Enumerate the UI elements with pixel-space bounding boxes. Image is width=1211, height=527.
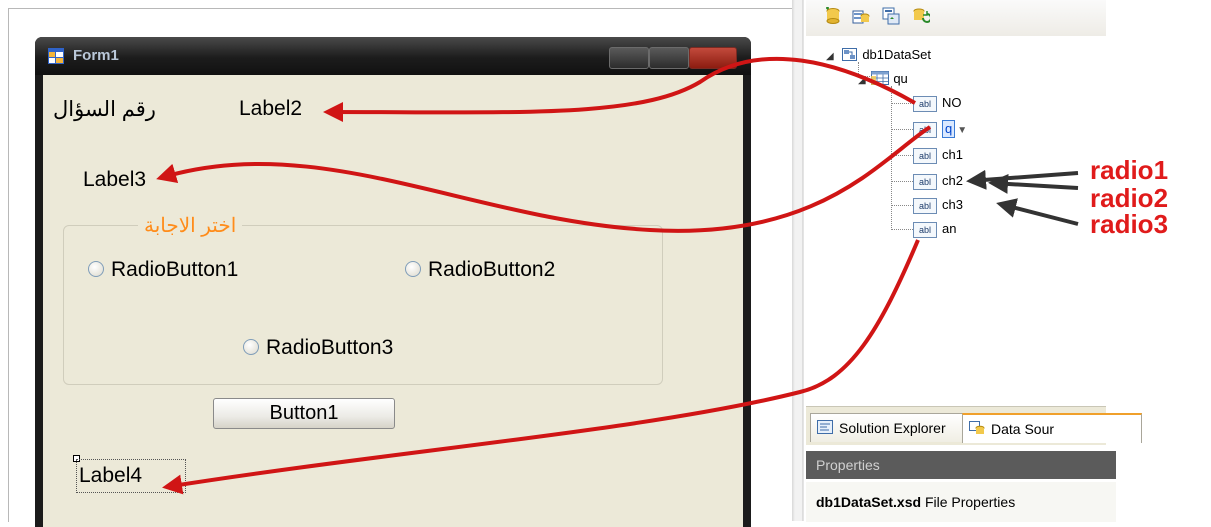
label4[interactable]: Label4 bbox=[76, 459, 186, 493]
properties-object-selector[interactable]: db1DataSet.xsd File Properties bbox=[806, 482, 1116, 522]
close-button[interactable] bbox=[689, 47, 737, 69]
refresh-icon[interactable] bbox=[912, 7, 930, 25]
textbox-field-icon: abl bbox=[913, 197, 937, 214]
data-sources-toolbar bbox=[806, 0, 1106, 36]
radio-circle-icon bbox=[405, 261, 421, 277]
tree-field-an[interactable]: abl an bbox=[913, 218, 956, 240]
tree-connector bbox=[891, 103, 913, 104]
data-sources-icon bbox=[969, 421, 985, 434]
label3[interactable]: Label3 bbox=[83, 168, 146, 192]
tree-connector bbox=[891, 129, 913, 130]
add-datasource-icon[interactable] bbox=[824, 7, 842, 25]
tree-connector bbox=[891, 205, 913, 206]
radio-button-3[interactable]: RadioButton3 bbox=[243, 336, 393, 362]
field-name: ch3 bbox=[942, 197, 963, 212]
question-number-label: رقم السؤال bbox=[53, 98, 156, 121]
form-titlebar[interactable]: Form1 bbox=[35, 37, 751, 75]
radio-button-2[interactable]: RadioButton2 bbox=[405, 258, 555, 284]
tree-field-ch3[interactable]: abl ch3 bbox=[913, 194, 963, 216]
textbox-field-icon: abl bbox=[913, 95, 937, 112]
radio-button-1-label: RadioButton1 bbox=[111, 258, 239, 281]
chevron-down-icon[interactable]: ▼ bbox=[957, 120, 967, 142]
radio-button-2-label: RadioButton2 bbox=[428, 258, 556, 281]
form-window[interactable]: Form1 رقم السؤال Label2 Label3 اختر الاج… bbox=[35, 37, 751, 527]
solution-explorer-icon bbox=[817, 420, 833, 434]
dataset-icon bbox=[842, 48, 858, 61]
tree-connector bbox=[891, 155, 913, 156]
table-icon bbox=[871, 71, 890, 85]
tree-node-dataset[interactable]: ◢ db1DataSet bbox=[826, 44, 931, 66]
field-name: ch1 bbox=[942, 147, 963, 162]
button1[interactable]: Button1 bbox=[213, 398, 395, 429]
edit-dataset-icon[interactable] bbox=[852, 7, 870, 25]
field-name: an bbox=[942, 221, 957, 236]
form-icon bbox=[48, 48, 64, 64]
radio-circle-icon bbox=[88, 261, 104, 277]
textbox-field-icon: abl bbox=[913, 121, 937, 138]
data-sources-tree: ◢ db1DataSet ◢ qu ablNO ablq▼ ablch1 bbox=[806, 36, 1106, 406]
tree-field-ch1[interactable]: abl ch1 bbox=[913, 144, 963, 166]
label2[interactable]: Label2 bbox=[239, 97, 302, 121]
radio-button-3-label: RadioButton3 bbox=[266, 336, 394, 359]
expand-arrow-icon[interactable]: ◢ bbox=[826, 51, 834, 62]
tree-connector bbox=[891, 229, 913, 230]
field-name-selected[interactable]: q bbox=[942, 120, 956, 138]
field-name: ch2 bbox=[942, 173, 963, 188]
annotation-label-radio3: radio3 bbox=[1090, 209, 1169, 239]
form-title: Form1 bbox=[73, 47, 119, 64]
tree-field-ch2[interactable]: abl ch2 bbox=[913, 170, 963, 192]
expand-arrow-icon[interactable]: ◢ bbox=[858, 75, 866, 86]
designer-surface: Form1 رقم السؤال Label2 Label3 اختر الاج… bbox=[0, 0, 796, 527]
textbox-field-icon: abl bbox=[913, 221, 937, 238]
data-sources-panel: ◢ db1DataSet ◢ qu ablNO ablq▼ ablch1 bbox=[806, 0, 1142, 522]
answer-groupbox-title: اختر الاجابة bbox=[138, 213, 243, 238]
radio-button-1[interactable]: RadioButton1 bbox=[88, 258, 238, 284]
form-client-area: رقم السؤال Label2 Label3 اختر الاجابة Ra… bbox=[43, 75, 743, 527]
tree-node-table[interactable]: ◢ qu bbox=[858, 68, 908, 90]
properties-object-name: db1DataSet.xsd bbox=[816, 494, 922, 510]
dataset-name: db1DataSet bbox=[862, 47, 931, 62]
configure-dataset-icon[interactable] bbox=[882, 7, 900, 25]
bottom-tab-strip: Solution Explorer Data Sour bbox=[806, 406, 1142, 445]
tab-data-sources-label: Data Sour bbox=[991, 421, 1055, 437]
tab-data-sources[interactable]: Data Sour bbox=[962, 413, 1142, 443]
properties-object-type: File Properties bbox=[924, 494, 1016, 510]
panel-splitter[interactable] bbox=[792, 0, 806, 521]
field-name: NO bbox=[942, 95, 962, 110]
table-name: qu bbox=[893, 71, 908, 86]
tree-connector bbox=[891, 181, 913, 182]
annotation-label-radio1: radio1 bbox=[1090, 155, 1169, 185]
radio-circle-icon bbox=[243, 339, 259, 355]
minimize-button[interactable] bbox=[609, 47, 649, 69]
textbox-field-icon: abl bbox=[913, 173, 937, 190]
properties-header: Properties bbox=[806, 451, 1116, 479]
tree-field-no[interactable]: abl NO bbox=[913, 92, 962, 114]
tree-field-q[interactable]: abl q ▼ bbox=[913, 118, 967, 140]
tree-connector bbox=[891, 86, 892, 230]
textbox-field-icon: abl bbox=[913, 147, 937, 164]
tab-solution-explorer-label: Solution Explorer bbox=[839, 420, 946, 436]
maximize-button[interactable] bbox=[649, 47, 689, 69]
